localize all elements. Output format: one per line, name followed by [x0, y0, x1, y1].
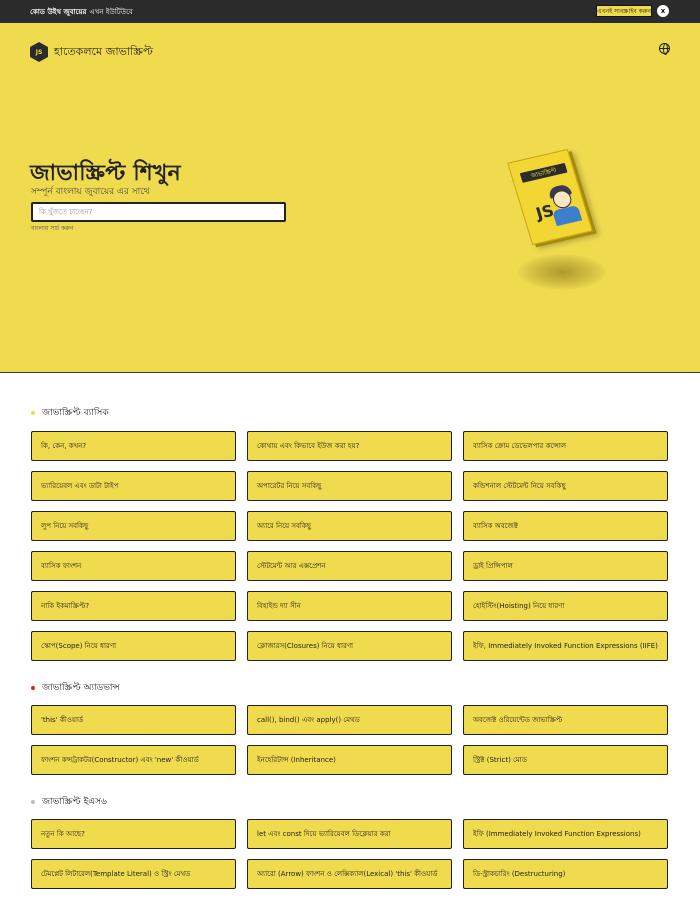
- topic-card[interactable]: হোইস্টিং(Hoisting) নিয়ে ধারণা: [463, 591, 668, 621]
- hero-section: JS হাতেকলমে জাভাস্ক্রিপ্ট জাভাস্ক্রিপ্ট …: [0, 23, 700, 373]
- section-title: জাভাস্ক্রিপ্ট ব্যাসিক: [42, 408, 109, 418]
- section-dot-icon: [31, 410, 35, 415]
- search-input[interactable]: [31, 202, 286, 222]
- topic-card[interactable]: ড্রাই প্রিন্সিপাল: [463, 551, 668, 581]
- topic-card[interactable]: কন্ডিশনাল স্টেটমেন্ট নিয়ে সবকিছু: [463, 471, 668, 501]
- site-title: হাতেকলমে জাভাস্ক্রিপ্ট: [54, 44, 153, 58]
- section-title: জাভাস্ক্রিপ্ট অ্যাডভান্স: [42, 683, 120, 693]
- topic-card[interactable]: কোথায় এবং কিভাবে ইউজ করা হয়?: [247, 431, 452, 461]
- topic-card[interactable]: স্কোপ(Scope) নিয়ে ধারণা: [31, 631, 236, 661]
- topic-card[interactable]: ভ্যারিয়েবল এবং ডাটা টাইপ: [31, 471, 236, 501]
- globe-icon[interactable]: [659, 43, 670, 55]
- subscribe-button[interactable]: এখনই সাবস্ক্রাইব করুন: [596, 5, 652, 17]
- book-shadow: [518, 254, 606, 290]
- section-heading-basic: জাভাস্ক্রিপ্ট ব্যাসিক: [31, 405, 109, 420]
- topic-card[interactable]: ব্যাসিক ক্রোম ডেভেলপার কন্সোল: [463, 431, 668, 461]
- js-logo-icon: JS: [30, 42, 48, 62]
- site-logo[interactable]: JS হাতেকলমে জাভাস্ক্রিপ্ট: [30, 42, 153, 62]
- topic-card[interactable]: নতুন কি আছে?: [31, 819, 236, 849]
- topic-card[interactable]: লুপ নিয়ে সবকিছু: [31, 511, 236, 541]
- topic-card[interactable]: 'this' কীওয়ার্ড: [31, 705, 236, 735]
- search-hint: বাংলায় সার্চ করুন: [31, 225, 74, 232]
- topic-card[interactable]: ইনহেরিটান্স (Inheritance): [247, 745, 452, 775]
- topic-grid-basic: কি, কেন, কখন? কোথায় এবং কিভাবে ইউজ করা হ…: [31, 431, 669, 661]
- section-dot-icon: [31, 799, 35, 804]
- announcement-text: এখন ইউটিউবে: [89, 7, 133, 16]
- topic-card[interactable]: অ্যারে নিয়ে সবকিছু: [247, 511, 452, 541]
- topic-card[interactable]: ব্যাসিক ফাংশন: [31, 551, 236, 581]
- topic-card[interactable]: call(), bind() এবং apply() মেথড: [247, 705, 452, 735]
- topic-grid-advanced: 'this' কীওয়ার্ড call(), bind() এবং apply…: [31, 705, 669, 775]
- section-title: জাভাস্ক্রিপ্ট ইএস৬: [42, 797, 107, 807]
- topic-card[interactable]: অপারেটর নিয়ে সবকিছু: [247, 471, 452, 501]
- section-dot-icon: [31, 685, 35, 690]
- book-illustration-body: [552, 204, 583, 227]
- topic-card[interactable]: স্টেটমেন্ট আর এক্সপ্রেশন: [247, 551, 452, 581]
- announcement-bar: কোড উইথ জুবায়ের এখন ইউটিউবে এখনই সাবস্ক…: [0, 0, 700, 23]
- section-heading-advanced: জাভাস্ক্রিপ্ট অ্যাডভান্স: [31, 680, 120, 695]
- topic-card[interactable]: বিহাইন্ড দ্যা সীন: [247, 591, 452, 621]
- topic-card[interactable]: ফাংশন কন্সট্রাকটর(Constructor) এবং 'new'…: [31, 745, 236, 775]
- topic-card[interactable]: ইফি (Immediately Invoked Function Expres…: [463, 819, 668, 849]
- topic-card[interactable]: কি, কেন, কখন?: [31, 431, 236, 461]
- topic-card[interactable]: নাকি ইকমাস্ক্রিপ্ট?: [31, 591, 236, 621]
- topic-card[interactable]: ডি-স্ট্রাকচারিং (Destructuring): [463, 859, 668, 889]
- topic-card[interactable]: ক্লোজারস(Closures) নিয়ে ধারণা: [247, 631, 452, 661]
- topic-card[interactable]: ব্যাসিক অবজেক্ট: [463, 511, 668, 541]
- topic-card[interactable]: ইফি, Immediately Invoked Function Expres…: [463, 631, 668, 661]
- book-title: জাভাস্ক্রিপ্ট: [519, 162, 568, 183]
- topic-card[interactable]: অ্যারো (Arrow) ফাংশন ও লেক্সিক্যাল(Lexic…: [247, 859, 452, 889]
- book-cover-image: জাভাস্ক্রিপ্ট JS: [507, 148, 593, 246]
- announcement-channel-name: কোড উইথ জুবায়ের: [30, 7, 87, 16]
- topic-card[interactable]: স্ট্রিক্ট (Strict) মোড: [463, 745, 668, 775]
- topic-card[interactable]: অবজেক্ট ওরিয়েন্টেড জাভাস্ক্রিপ্ট: [463, 705, 668, 735]
- topic-card[interactable]: let এবং const দিয়ে ভ্যারিয়েবল ডিক্লেয়…: [247, 819, 452, 849]
- close-announcement-button[interactable]: x: [657, 5, 669, 17]
- book-js-badge: JS: [533, 200, 557, 224]
- section-heading-es6: জাভাস্ক্রিপ্ট ইএস৬: [31, 794, 107, 809]
- hero-subtitle: সম্পূর্ন বাংলায় জুবায়ের এর সাথে: [31, 187, 150, 197]
- topic-card[interactable]: টেমপ্লেট লিটারেল(Template Literal) ও স্ট…: [31, 859, 236, 889]
- topic-grid-es6: নতুন কি আছে? let এবং const দিয়ে ভ্যারিয়…: [31, 819, 669, 889]
- announcement-message: কোড উইথ জুবায়ের এখন ইউটিউবে: [30, 6, 133, 18]
